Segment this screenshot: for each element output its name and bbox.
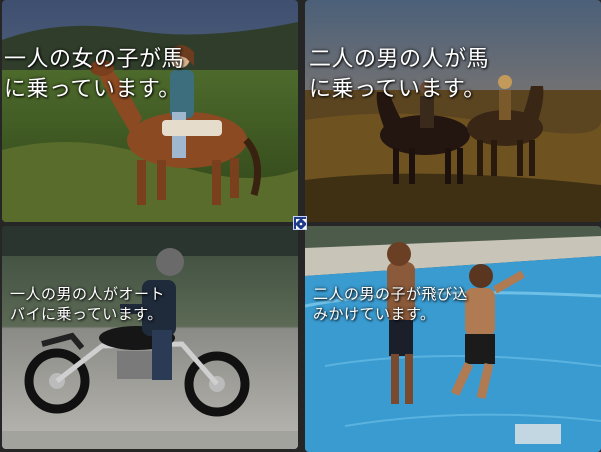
caption-line: バイに乗っています。 xyxy=(10,305,163,324)
picture-option-man-on-motorcycle[interactable]: 一人の男の人がオート バイに乗っています。 xyxy=(2,226,298,449)
expand-arrows-icon xyxy=(296,219,306,229)
caption-line: に乗っています。 xyxy=(309,76,486,102)
caption-line: みかけています。 xyxy=(313,305,436,324)
picture-choice-grid: 一人の女の子が馬 に乗っています。 二人の男の人が馬 に乗っています。 一人の男… xyxy=(0,0,601,452)
girl-on-horse-image xyxy=(2,0,298,222)
expand-grid-button[interactable] xyxy=(293,216,307,230)
tile-1-caption: 一人の女の子が馬 に乗っています。 xyxy=(4,45,184,104)
tile-2-caption: 二人の男の人が馬 に乗っています。 xyxy=(309,45,489,104)
tile-4-caption: 二人の男の子が飛び込 みかけています。 xyxy=(313,284,468,325)
caption-line: 二人の男の人が馬 xyxy=(309,47,490,72)
man-on-motorcycle-image xyxy=(2,226,298,449)
picture-option-two-men-on-horses[interactable]: 二人の男の人が馬 に乗っています。 xyxy=(305,0,601,222)
tile-3-caption: 一人の男の人がオート バイに乗っています。 xyxy=(10,284,165,325)
boys-jumping-into-pool-image xyxy=(305,226,601,452)
caption-line: に乗っています。 xyxy=(4,76,181,102)
caption-line: 一人の女の子が馬 xyxy=(4,47,185,72)
two-men-on-horses-image xyxy=(305,0,601,222)
picture-option-girl-on-horse[interactable]: 一人の女の子が馬 に乗っています。 xyxy=(2,0,298,222)
caption-line: 二人の男の子が飛び込 xyxy=(313,285,469,303)
picture-option-boys-jumping-into-pool[interactable]: 二人の男の子が飛び込 みかけています。 xyxy=(305,226,601,452)
caption-line: 一人の男の人がオート xyxy=(10,285,166,303)
